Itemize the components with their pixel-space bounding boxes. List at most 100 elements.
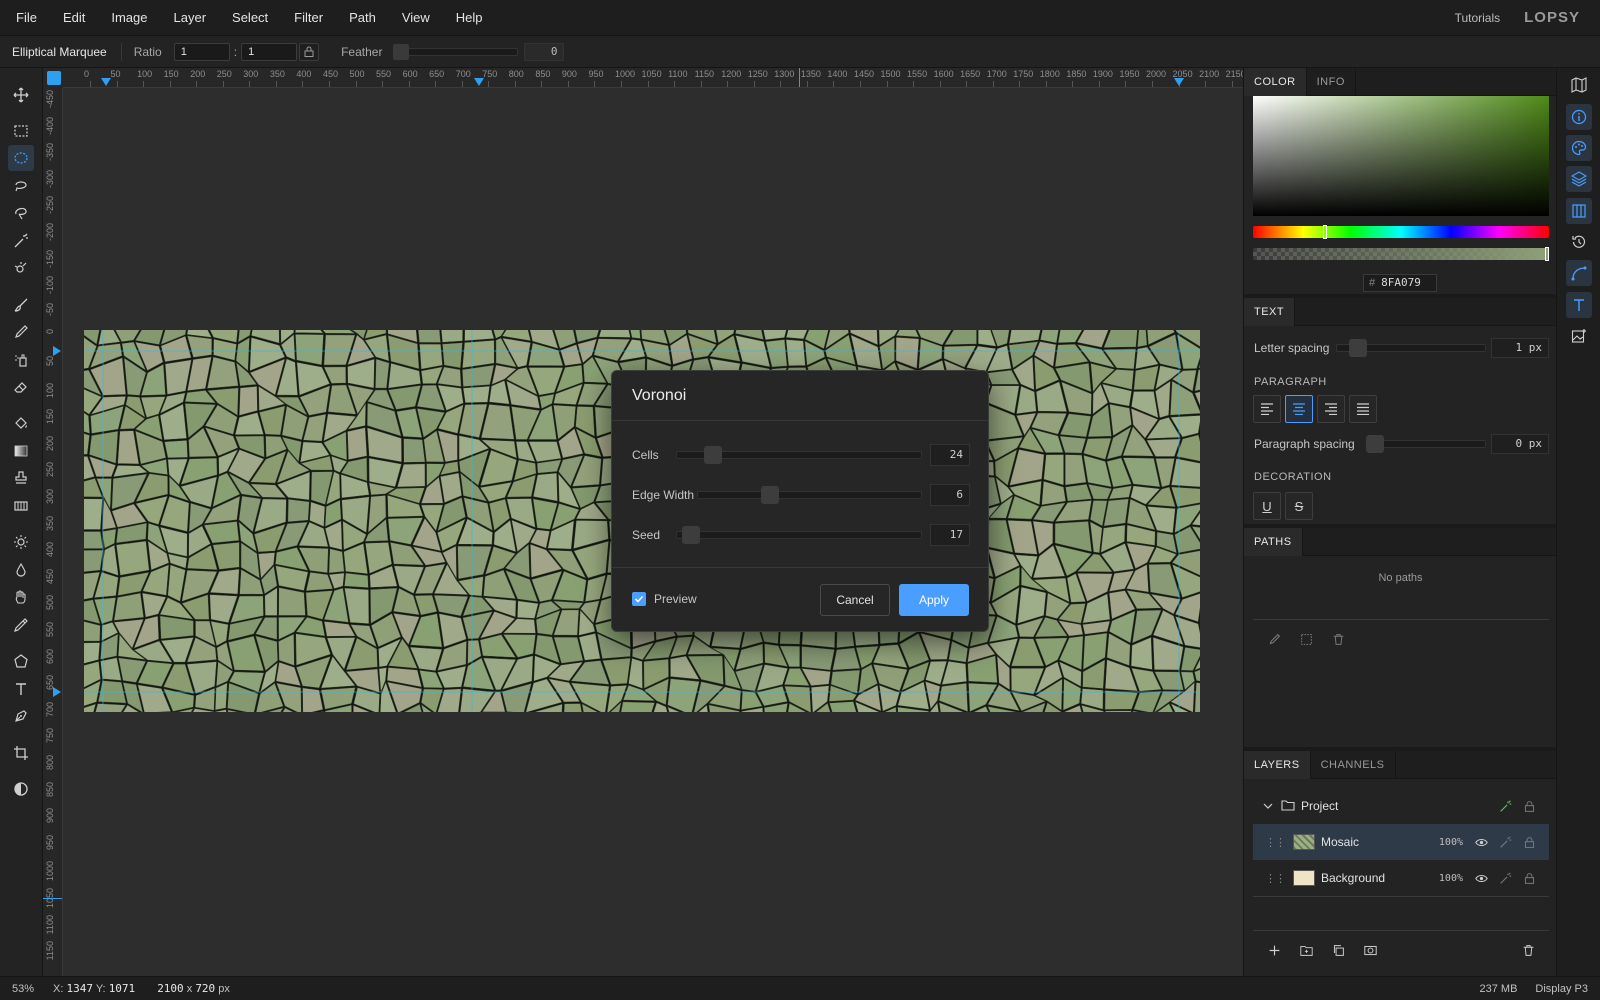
eraser-tool[interactable]	[8, 374, 34, 400]
layer-name[interactable]: Mosaic	[1321, 835, 1359, 849]
add-group-button[interactable]	[1298, 942, 1314, 958]
menu-image[interactable]: Image	[111, 10, 147, 25]
drag-handle-icon[interactable]: ⋮⋮	[1265, 836, 1286, 849]
paths-toggle[interactable]	[1566, 260, 1592, 286]
cancel-button[interactable]: Cancel	[820, 584, 890, 616]
guide-marker[interactable]	[101, 78, 111, 86]
menu-help[interactable]: Help	[456, 10, 483, 25]
ellipse-marquee-tool[interactable]	[8, 145, 34, 171]
drag-handle-icon[interactable]: ⋮⋮	[1265, 872, 1286, 885]
tab-channels[interactable]: CHANNELS	[1311, 751, 1396, 779]
feather-slider[interactable]	[393, 43, 519, 60]
tab-layers[interactable]: LAYERS	[1244, 751, 1311, 779]
tutorials-link[interactable]: Tutorials	[1455, 11, 1501, 25]
edge-width-value[interactable]: 6	[930, 484, 970, 506]
path-edit-button[interactable]	[1266, 631, 1282, 647]
image-add-toggle[interactable]	[1566, 323, 1592, 349]
align-justify-button[interactable]	[1349, 395, 1377, 423]
menu-path[interactable]: Path	[349, 10, 376, 25]
text-tool[interactable]	[8, 676, 34, 702]
cells-slider[interactable]	[676, 446, 922, 464]
menu-select[interactable]: Select	[232, 10, 268, 25]
pen-tool[interactable]	[8, 703, 34, 729]
layer-lock-button[interactable]	[1521, 870, 1537, 886]
hex-input[interactable]: #8FA079	[1363, 274, 1437, 292]
layer-opacity[interactable]: 100%	[1439, 837, 1463, 848]
navigator-toggle[interactable]	[1566, 72, 1592, 98]
preview-label[interactable]: Preview	[654, 592, 697, 606]
horizontal-ruler[interactable]: 0 50 100 150 200 250 300 350 400 450 500 550 600 650 7…	[63, 68, 1243, 88]
seed-value[interactable]: 17	[930, 524, 970, 546]
quick-mask-tool[interactable]	[8, 776, 34, 802]
feather-value[interactable]: 0	[524, 42, 565, 61]
guide-marker[interactable]	[474, 78, 484, 86]
seed-slider[interactable]	[676, 526, 922, 544]
ruler-origin-square[interactable]	[47, 71, 61, 85]
layer-visibility-toggle[interactable]	[1473, 870, 1489, 886]
ratio-width-input[interactable]: 1	[173, 42, 230, 61]
pattern-stamp-tool[interactable]	[8, 493, 34, 519]
align-right-button[interactable]	[1317, 395, 1345, 423]
lasso-tool[interactable]	[8, 173, 34, 199]
rect-marquee-tool[interactable]	[8, 118, 34, 144]
add-layer-button[interactable]	[1266, 942, 1282, 958]
vertical-ruler[interactable]: -450 -400 -350 -300 -250 -200 -150 -100 -50 0 50 10…	[43, 88, 63, 976]
tab-info[interactable]: INFO	[1307, 68, 1356, 96]
preview-checkbox[interactable]	[632, 592, 646, 606]
ratio-height-input[interactable]: 1	[241, 42, 298, 61]
menu-filter[interactable]: Filter	[294, 10, 323, 25]
move-tool[interactable]	[8, 82, 34, 108]
spray-tool[interactable]	[8, 347, 34, 373]
group-effects-button[interactable]	[1497, 798, 1513, 814]
letter-spacing-slider[interactable]	[1336, 339, 1486, 357]
guide-marker[interactable]	[53, 346, 61, 356]
duplicate-layer-button[interactable]	[1330, 942, 1346, 958]
edge-width-slider-knob[interactable]	[761, 486, 779, 504]
menu-layer[interactable]: Layer	[174, 10, 207, 25]
alpha-slider-handle[interactable]	[1545, 247, 1549, 261]
paragraph-spacing-knob[interactable]	[1366, 435, 1384, 453]
color-toggle[interactable]	[1566, 135, 1592, 161]
seed-slider-knob[interactable]	[682, 526, 700, 544]
menu-file[interactable]: File	[16, 10, 37, 25]
add-mask-button[interactable]	[1362, 942, 1378, 958]
color-profile[interactable]: Display P3	[1535, 983, 1588, 995]
layer-name[interactable]: Background	[1321, 871, 1385, 885]
menu-view[interactable]: View	[402, 10, 430, 25]
tab-text[interactable]: TEXT	[1244, 298, 1296, 326]
layer-effects-button[interactable]	[1497, 870, 1513, 886]
strikethrough-button[interactable]: S	[1285, 492, 1313, 520]
path-delete-button[interactable]	[1330, 631, 1346, 647]
magnetic-lasso-tool[interactable]	[8, 200, 34, 226]
align-center-button[interactable]	[1285, 395, 1313, 423]
text-panel-toggle[interactable]	[1566, 292, 1592, 318]
dodge-tool[interactable]	[8, 529, 34, 555]
quick-select-tool[interactable]	[8, 255, 34, 281]
color-saturation-field[interactable]	[1253, 96, 1549, 216]
tab-color[interactable]: COLOR	[1244, 68, 1307, 96]
letter-spacing-value[interactable]: 1 px	[1491, 338, 1549, 358]
guide-marker[interactable]	[53, 687, 61, 697]
crop-tool[interactable]	[8, 740, 34, 766]
apply-button[interactable]: Apply	[899, 584, 969, 616]
gradient-tool[interactable]	[8, 438, 34, 464]
layer-group-row[interactable]: Project	[1253, 788, 1549, 824]
hue-slider[interactable]	[1253, 225, 1549, 239]
hue-slider-handle[interactable]	[1323, 225, 1327, 239]
magic-wand-tool[interactable]	[8, 228, 34, 254]
history-toggle[interactable]	[1566, 229, 1592, 255]
feather-slider-knob[interactable]	[393, 43, 410, 60]
delete-layer-button[interactable]	[1520, 942, 1536, 958]
layer-effects-button[interactable]	[1497, 834, 1513, 850]
letter-spacing-knob[interactable]	[1349, 339, 1367, 357]
underline-button[interactable]: U	[1253, 492, 1281, 520]
stamp-tool[interactable]	[8, 465, 34, 491]
cells-slider-knob[interactable]	[704, 446, 722, 464]
alpha-slider[interactable]	[1253, 247, 1549, 261]
pencil-tool[interactable]	[8, 319, 34, 345]
path-to-selection-button[interactable]	[1298, 631, 1314, 647]
edge-width-slider[interactable]	[697, 486, 922, 504]
layer-opacity[interactable]: 100%	[1439, 873, 1463, 884]
fill-tool[interactable]	[8, 410, 34, 436]
paragraph-spacing-slider[interactable]	[1366, 435, 1486, 453]
